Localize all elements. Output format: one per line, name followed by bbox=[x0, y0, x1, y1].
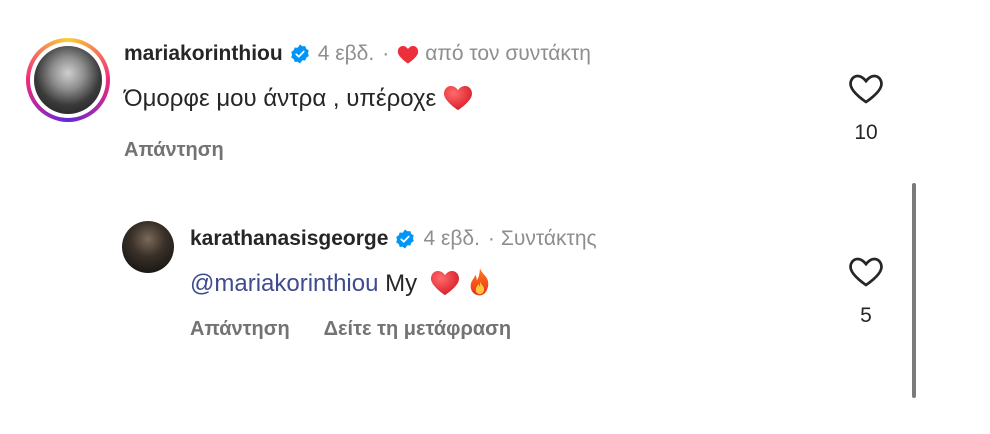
see-translation-button[interactable]: Δείτε τη μετάφραση bbox=[324, 318, 511, 341]
comment-text-row: Όμορφε μου άντρα , υπέροχε bbox=[124, 83, 473, 113]
comment-age: 4 εβδ. bbox=[317, 42, 375, 65]
reply-text-row: @mariakorinthiou My bbox=[190, 267, 493, 298]
verified-badge-icon bbox=[396, 229, 415, 249]
author-badge: Συντάκτης bbox=[500, 227, 597, 250]
separator-dot: · bbox=[382, 42, 390, 65]
comment-actions: Απάντηση bbox=[124, 139, 224, 162]
username[interactable]: karathanasisgeorge bbox=[190, 227, 388, 251]
comment-text: Όμορφε μου άντρα , υπέροχε bbox=[124, 85, 437, 112]
fire-emoji-icon bbox=[470, 268, 489, 296]
like-column: 10 bbox=[846, 71, 886, 145]
comment-header: mariakorinthiou 4 εβδ. · από τον συντάκτ… bbox=[124, 42, 591, 66]
like-count: 5 bbox=[860, 304, 872, 327]
heart-filled-icon bbox=[398, 46, 419, 64]
reply-button[interactable]: Απάντηση bbox=[190, 318, 290, 341]
heart-outline-icon[interactable] bbox=[848, 71, 884, 105]
red-heart-emoji-icon bbox=[443, 86, 472, 111]
avatar-mariakorinthiou[interactable] bbox=[26, 38, 110, 122]
reply-button[interactable]: Απάντηση bbox=[124, 139, 224, 162]
reply-header: karathanasisgeorge 4 εβδ. · Συντάκτης bbox=[190, 227, 597, 251]
username[interactable]: mariakorinthiou bbox=[124, 42, 283, 66]
replies-scrollbar[interactable] bbox=[912, 183, 916, 398]
verified-badge-icon bbox=[290, 44, 309, 64]
reply-actions: Απάντηση Δείτε τη μετάφραση bbox=[190, 318, 511, 341]
mention-link[interactable]: @mariakorinthiou bbox=[190, 270, 378, 297]
heart-outline-icon[interactable] bbox=[848, 254, 884, 288]
reply-text: My bbox=[378, 270, 424, 297]
separator-dot: · bbox=[487, 227, 495, 250]
liked-by-author-label: από τον συντάκτη bbox=[425, 42, 591, 65]
red-heart-emoji-icon bbox=[431, 271, 460, 296]
avatar-karathanasisgeorge[interactable] bbox=[122, 221, 174, 273]
avatar-photo bbox=[34, 46, 102, 114]
like-count: 10 bbox=[854, 121, 878, 144]
reply-age: 4 εβδ. bbox=[423, 227, 480, 250]
like-column: 5 bbox=[846, 254, 886, 328]
